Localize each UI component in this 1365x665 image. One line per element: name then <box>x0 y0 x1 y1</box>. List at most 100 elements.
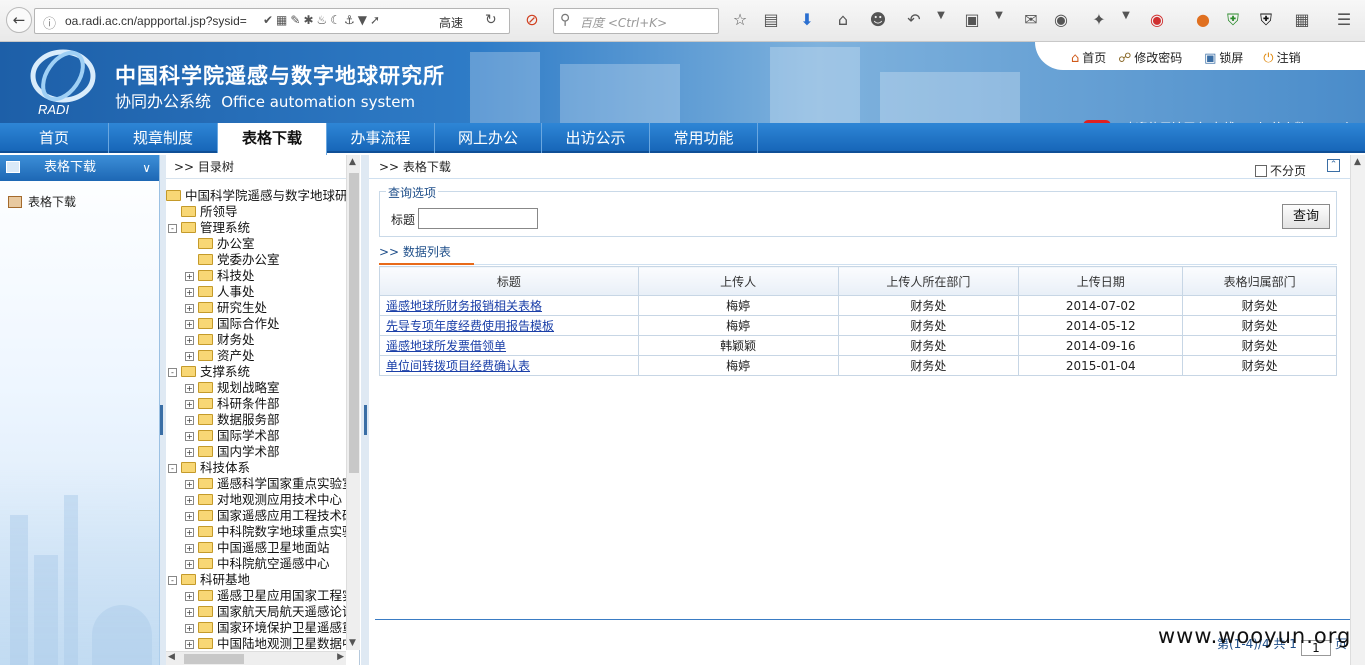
plugin-dropdown-icon[interactable]: ▼ <box>1115 10 1137 21</box>
search-box[interactable]: ⚲ 百度 <Ctrl+K> <box>553 8 719 34</box>
menu-item-home[interactable]: 首页 <box>0 123 109 153</box>
tree-node[interactable]: + 中科院数字地球重点实验室 <box>185 521 359 539</box>
tree-node[interactable]: +国家航天局航天遥感论证中心 <box>185 601 359 619</box>
chat-icon[interactable]: ✉ <box>1020 10 1042 29</box>
tree-node[interactable]: - 科研基地 <box>168 569 250 587</box>
column-header[interactable]: 标题 <box>379 266 639 296</box>
tree-node[interactable]: + 科技处 <box>185 265 255 283</box>
globe-icon[interactable]: ◉ <box>1050 10 1072 29</box>
expand-icon[interactable]: + <box>185 400 194 409</box>
menu-item-regulations[interactable]: 规章制度 <box>109 123 218 153</box>
site-info-icon[interactable]: ⓘ <box>43 13 56 32</box>
expand-icon[interactable]: + <box>185 624 194 633</box>
tree-node[interactable]: +国家环境保护卫星遥感重点实验室 <box>185 617 359 635</box>
menu-item-visit-notice[interactable]: 出访公示 <box>542 123 650 153</box>
collapse-icon[interactable]: - <box>168 464 177 473</box>
expand-icon[interactable]: + <box>185 272 194 281</box>
query-button[interactable]: 查询 <box>1282 204 1330 229</box>
address-bar[interactable]: ⓘ oa.radi.ac.cn/appportal.jsp?sysid= ✔▦✎… <box>34 8 510 34</box>
expand-icon[interactable]: + <box>185 512 194 521</box>
tree-node[interactable]: + 科研条件部 <box>185 393 280 411</box>
column-header[interactable]: 表格归属部门 <box>1182 266 1337 296</box>
content-scrollbar[interactable]: ▲ <box>1350 155 1365 665</box>
form-title-link[interactable]: 先导专项年度经费使用报告模板 <box>379 315 639 336</box>
top-link-lock-screen[interactable]: ▣ 锁屏 <box>1204 49 1243 66</box>
menu-item-forms[interactable]: 表格下载 <box>218 123 327 155</box>
tree-node[interactable]: 中国科学院遥感与数字地球研究所 <box>166 185 359 203</box>
tree-node[interactable]: + 国际合作处 <box>185 313 280 331</box>
undo-icon[interactable]: ↶ <box>903 10 925 29</box>
tree-scroll-thumb[interactable] <box>349 173 359 473</box>
expand-icon[interactable]: + <box>185 432 194 441</box>
form-title-link[interactable]: 遥感地球所发票借领单 <box>379 335 639 356</box>
expand-icon[interactable]: + <box>185 384 194 393</box>
menu-item-online-office[interactable]: 网上办公 <box>435 123 542 153</box>
tree-node[interactable]: + 对地观测应用技术中心 <box>185 489 342 507</box>
expand-icon[interactable]: + <box>185 352 194 361</box>
left-panel-item-forms[interactable]: 表格下载 <box>8 193 159 210</box>
shield-icon[interactable]: ⛨ <box>1222 10 1244 30</box>
menu-item-procedures[interactable]: 办事流程 <box>327 123 435 153</box>
speed-label[interactable]: 高速 <box>439 14 463 31</box>
tree-node[interactable]: + 财务处 <box>185 329 255 347</box>
collapse-icon[interactable]: - <box>168 224 177 233</box>
collapse-icon[interactable]: ∨ <box>142 155 151 181</box>
expand-icon[interactable]: + <box>185 592 194 601</box>
plugin-icon[interactable]: ✦ <box>1088 10 1110 29</box>
tree-node[interactable]: 所领导 <box>181 201 238 219</box>
tree-node[interactable]: + 遥感科学国家重点实验室 <box>185 473 355 491</box>
column-header[interactable]: 上传人所在部门 <box>837 266 1020 296</box>
tree-node[interactable]: + 数据服务部 <box>185 409 280 427</box>
home-icon[interactable]: ⌂ <box>832 10 854 29</box>
collapse-icon[interactable]: - <box>168 368 177 377</box>
tree-hscroll-thumb[interactable] <box>184 654 244 664</box>
tree-node[interactable]: + 资产处 <box>185 345 255 363</box>
expand-icon[interactable]: + <box>185 480 194 489</box>
column-header[interactable]: 上传日期 <box>1018 266 1184 296</box>
expand-icon[interactable]: + <box>185 528 194 537</box>
tree-node[interactable]: + 国际学术部 <box>185 425 280 443</box>
expand-icon[interactable]: + <box>185 608 194 617</box>
expand-icon[interactable]: + <box>185 496 194 505</box>
expand-icon[interactable]: + <box>185 640 194 649</box>
tree-node[interactable]: + 研究生处 <box>185 297 267 315</box>
expand-icon[interactable]: + <box>185 288 194 297</box>
adblock-icon[interactable]: ⛨ <box>1255 10 1277 30</box>
expand-icon[interactable]: + <box>185 304 194 313</box>
crop-icon[interactable]: ▣ <box>961 10 983 29</box>
undo-dropdown-icon[interactable]: ▼ <box>930 10 952 21</box>
column-header[interactable]: 上传人 <box>637 266 839 296</box>
form-title-link[interactable]: 遥感地球所财务报销相关表格 <box>379 295 639 316</box>
menu-item-common[interactable]: 常用功能 <box>650 123 758 153</box>
security-icon[interactable]: ◉ <box>1146 10 1168 29</box>
no-paging-toggle[interactable]: 不分页 <box>1254 159 1306 183</box>
tree-node[interactable]: + 国内学术部 <box>185 441 280 459</box>
top-link-home[interactable]: ⌂ 首页 <box>1071 49 1106 66</box>
collapse-up-icon[interactable]: ⌃ <box>1327 159 1340 172</box>
tree-node[interactable]: - 科技体系 <box>168 457 250 475</box>
tree-node[interactable]: + 中科院航空遥感中心 <box>185 553 330 571</box>
tree-node[interactable]: - 管理系统 <box>168 217 250 235</box>
form-title-link[interactable]: 单位间转拨项目经费确认表 <box>379 355 639 376</box>
tree-node[interactable]: + 中国陆地观测卫星数据中心 <box>185 633 359 651</box>
bookmark-star-icon[interactable]: ☆ <box>729 10 751 29</box>
expand-icon[interactable]: + <box>185 336 194 345</box>
top-link-logout[interactable]: ⏻ 注销 <box>1263 49 1300 66</box>
tree-node[interactable]: - 支撑系统 <box>168 361 250 379</box>
smiley-icon[interactable]: ☻ <box>867 10 889 29</box>
back-icon[interactable]: ← <box>6 7 32 33</box>
expand-icon[interactable]: + <box>185 560 194 569</box>
block-icon[interactable]: ⊘ <box>521 10 543 29</box>
expand-icon[interactable]: + <box>185 544 194 553</box>
tree-node[interactable]: 党委办公室 <box>198 249 280 267</box>
right-splitter[interactable] <box>361 155 369 665</box>
tree-node[interactable]: 办公室 <box>198 233 255 251</box>
tree-vertical-scrollbar[interactable]: ▲ ▼ <box>346 155 360 650</box>
fox-icon[interactable]: ● <box>1192 10 1214 29</box>
reading-list-icon[interactable]: ▤ <box>760 10 782 29</box>
top-link-change-password[interactable]: ☍ 修改密码 <box>1118 49 1182 66</box>
tree-node[interactable]: + 人事处 <box>185 281 255 299</box>
no-paging-checkbox[interactable] <box>1254 165 1267 177</box>
tree-node[interactable]: +遥感卫星应用国家工程实验室 <box>185 585 359 603</box>
download-icon[interactable]: ⬇ <box>796 10 818 29</box>
